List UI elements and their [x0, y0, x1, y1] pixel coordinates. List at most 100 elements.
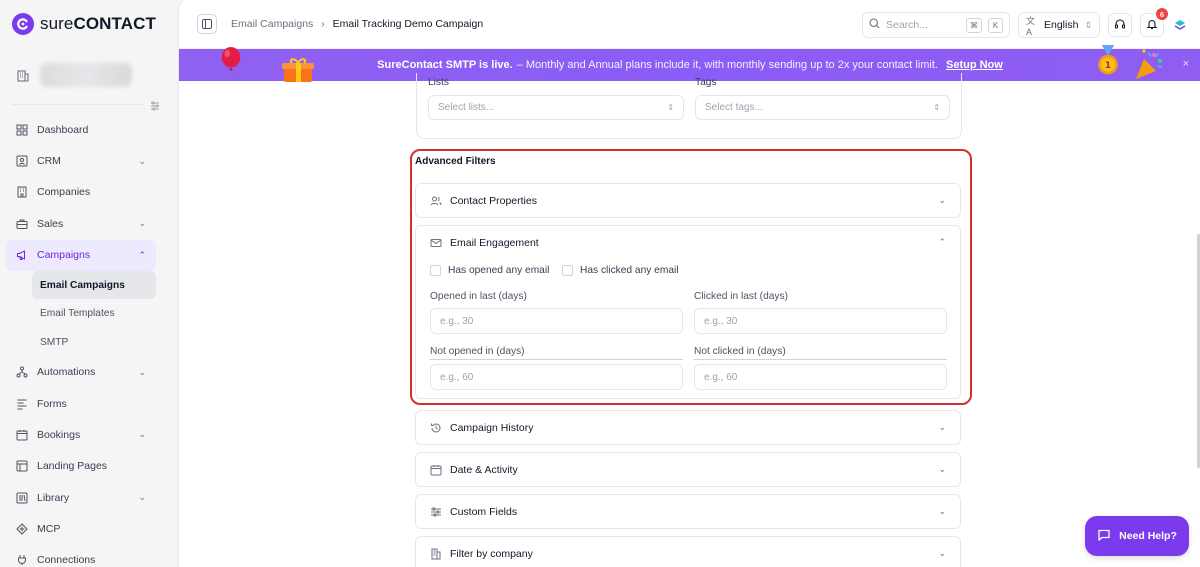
language-select[interactable]: 文A English ⇕ [1018, 12, 1100, 38]
sidebar-toggle-icon[interactable] [148, 99, 162, 113]
has-opened-checkbox[interactable]: Has opened any email [430, 265, 549, 276]
surecontact-logo-icon [12, 13, 34, 35]
building-icon [430, 548, 442, 560]
banner-message: – Monthly and Annual plans include it, w… [516, 59, 938, 71]
sidebar-item-crm[interactable]: CRM ⌄ [6, 145, 156, 176]
accordion-header[interactable]: Filter by company ⌄ [416, 537, 960, 567]
tags-select[interactable]: Select tags... ⇕ [695, 95, 950, 120]
sidebar-subitem-smtp[interactable]: SMTP [32, 328, 156, 357]
dashboard-icon [15, 123, 29, 137]
accordion-contact-properties[interactable]: Contact Properties ⌄ [415, 183, 961, 218]
accordion-header[interactable]: Custom Fields ⌄ [416, 495, 960, 528]
search-icon [869, 18, 880, 32]
sidebar-item-label: Automations [37, 366, 96, 379]
search-input[interactable]: Search... ⌘ K [862, 12, 1010, 38]
sidebar-nav: Dashboard CRM ⌄ Companies Sales ⌄ Campai… [6, 114, 156, 567]
need-help-button[interactable]: Need Help? [1085, 516, 1189, 556]
forms-icon [15, 397, 29, 411]
breadcrumb-link-email-campaigns[interactable]: Email Campaigns [231, 18, 313, 30]
tags-placeholder: Select tags... [705, 102, 763, 113]
library-icon [15, 491, 29, 505]
sidebar-collapse-button[interactable] [197, 14, 217, 34]
accordion-label: Custom Fields [450, 505, 518, 518]
filters-content: Lists Select lists... ⇕ Tags Select tags… [179, 73, 1200, 567]
chevron-updown-icon: ⇕ [1084, 19, 1092, 30]
ai-assistant-icon[interactable] [1172, 17, 1188, 33]
breadcrumb: Email Campaigns › Email Tracking Demo Ca… [231, 18, 483, 30]
accordion-label: Date & Activity [450, 463, 518, 476]
chevron-down-icon: ⌄ [938, 464, 946, 474]
layout-icon [15, 459, 29, 473]
support-button[interactable] [1108, 13, 1132, 37]
sidebar-item-companies[interactable]: Companies [6, 177, 156, 208]
accordion-header[interactable]: Date & Activity ⌄ [416, 453, 960, 486]
sidebar-item-campaigns[interactable]: Campaigns ⌃ [6, 239, 156, 271]
brand-name: sureCONTACT [40, 14, 157, 33]
medal-icon: 1 [1098, 45, 1118, 75]
sidebar-item-label: MCP [37, 523, 61, 536]
chevron-updown-icon: ⇕ [933, 103, 940, 112]
bell-icon [1146, 18, 1158, 33]
accordion-header[interactable]: Campaign History ⌄ [416, 411, 960, 444]
accordion-campaign-history[interactable]: Campaign History ⌄ [415, 410, 961, 445]
party-popper-icon [1136, 49, 1163, 79]
briefcase-icon [15, 217, 29, 231]
sidebar-item-landing-pages[interactable]: Landing Pages [6, 451, 156, 482]
sidebar-subitem-email-templates[interactable]: Email Templates [32, 299, 156, 328]
building-icon [15, 185, 29, 199]
sidebar-item-library[interactable]: Library ⌄ [6, 482, 156, 513]
divider [430, 359, 683, 360]
checkbox-label: Has opened any email [448, 265, 550, 276]
chevron-down-icon: ⌄ [138, 492, 146, 503]
accordion-date-activity[interactable]: Date & Activity ⌄ [415, 452, 961, 487]
accordion-filter-by-company[interactable]: Filter by company ⌄ [415, 536, 961, 567]
sidebar-item-automations[interactable]: Automations ⌄ [6, 356, 156, 387]
chevron-down-icon: ⌄ [938, 506, 946, 516]
advanced-filters-title: Advanced Filters [415, 156, 496, 167]
sidebar-item-label: CRM [37, 155, 61, 168]
lists-placeholder: Select lists... [438, 102, 495, 113]
sidebar-item-forms[interactable]: Forms [6, 388, 156, 419]
not-opened-input[interactable]: e.g., 60 [430, 364, 683, 390]
sidebar-subitem-email-campaigns[interactable]: Email Campaigns [32, 270, 156, 300]
accordion-label: Email Engagement [450, 236, 539, 249]
sidebar-item-dashboard[interactable]: Dashboard [6, 114, 156, 145]
breadcrumb-current: Email Tracking Demo Campaign [332, 18, 484, 30]
mail-icon [430, 237, 442, 249]
calendar-icon [15, 428, 29, 442]
sidebar-divider [12, 104, 144, 105]
workspace-switcher[interactable] [14, 60, 154, 90]
checkbox-box[interactable] [562, 265, 573, 276]
lists-select[interactable]: Select lists... ⇕ [428, 95, 684, 120]
chevron-down-icon: ⌄ [138, 429, 146, 440]
banner-bold-text: SureContact SMTP is live. [377, 59, 513, 71]
language-value: English [1044, 19, 1079, 31]
setup-now-link[interactable]: Setup Now [946, 59, 1003, 71]
topbar: Email Campaigns › Email Tracking Demo Ca… [179, 0, 1200, 49]
building-icon [14, 66, 32, 84]
notification-count-badge: 6 [1156, 8, 1168, 20]
sidebar-item-label: Campaigns [37, 249, 91, 262]
sidebar-item-sales[interactable]: Sales ⌄ [6, 208, 156, 239]
not-clicked-label: Not clicked in (days) [694, 346, 786, 357]
checkbox-label: Has clicked any email [580, 265, 679, 276]
history-icon [430, 422, 442, 434]
sidebar-item-label: Connections [37, 554, 96, 567]
workspace-name-redacted [40, 63, 132, 87]
accordion-header[interactable]: Contact Properties ⌄ [416, 184, 960, 217]
accordion-custom-fields[interactable]: Custom Fields ⌄ [415, 494, 961, 529]
plug-icon [15, 553, 29, 567]
close-icon[interactable]: × [1183, 58, 1189, 70]
sidebar-item-bookings[interactable]: Bookings ⌄ [6, 419, 156, 450]
brand-logo[interactable]: sureCONTACT [12, 13, 156, 35]
clicked-last-input[interactable]: e.g., 30 [694, 308, 947, 334]
opened-last-input[interactable]: e.g., 30 [430, 308, 683, 334]
notifications-button[interactable]: 6 [1140, 8, 1168, 37]
accordion-header[interactable]: Email Engagement ⌃ [416, 226, 960, 259]
sidebar-item-connections[interactable]: Connections [6, 545, 156, 567]
checkbox-box[interactable] [430, 265, 441, 276]
sidebar-item-label: Companies [37, 186, 91, 199]
sidebar-item-mcp[interactable]: MCP [6, 513, 156, 544]
has-clicked-checkbox[interactable]: Has clicked any email [562, 265, 679, 276]
not-clicked-input[interactable]: e.g., 60 [694, 364, 947, 390]
